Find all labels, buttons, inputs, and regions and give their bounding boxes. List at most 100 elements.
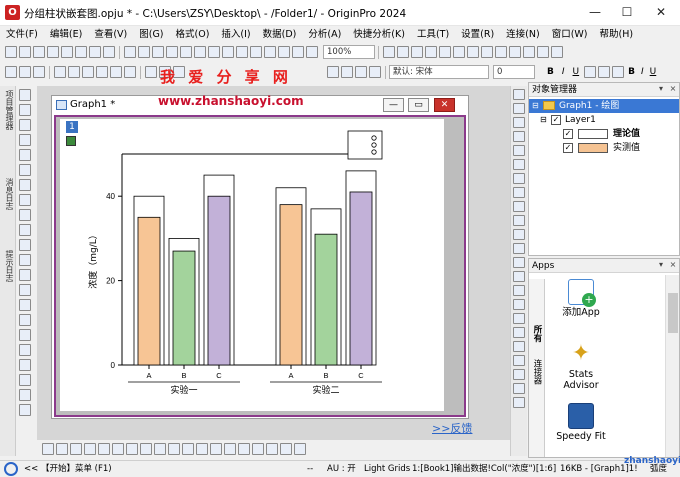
- merge-icon[interactable]: [110, 66, 122, 78]
- menu-connect[interactable]: 连接(N): [500, 26, 546, 43]
- stacked-column-icon[interactable]: [98, 443, 110, 455]
- curved-arrow-icon[interactable]: [19, 239, 31, 251]
- undo-icon[interactable]: [124, 66, 136, 78]
- app-add[interactable]: + 添加App: [551, 279, 611, 318]
- feedback-link[interactable]: >>反馈: [432, 420, 472, 436]
- fullscreen-icon[interactable]: [523, 46, 535, 58]
- search-icon-status[interactable]: [4, 462, 18, 476]
- menu-format[interactable]: 格式(O): [170, 26, 216, 43]
- smart-hint-icon[interactable]: [439, 46, 451, 58]
- ungroup-icon[interactable]: [513, 299, 525, 310]
- color-palette-icon[interactable]: [19, 359, 31, 371]
- app-speedy-fit[interactable]: Speedy Fit: [551, 403, 611, 442]
- apps-close-icon[interactable]: ×: [669, 260, 677, 270]
- theory-checkbox[interactable]: ✓: [563, 129, 573, 139]
- underline-button[interactable]: U: [573, 67, 580, 77]
- zoom-pan-icon[interactable]: [19, 104, 31, 116]
- legend-icon[interactable]: [145, 66, 157, 78]
- new-workbook-icon[interactable]: [19, 46, 31, 58]
- add-top-x-icon[interactable]: [513, 103, 525, 114]
- new-function-icon[interactable]: [61, 46, 73, 58]
- text-tool-icon[interactable]: [19, 209, 31, 221]
- close-button[interactable]: ✕: [646, 3, 676, 21]
- menu-analysis[interactable]: 分析(A): [302, 26, 347, 43]
- import-wizard-icon[interactable]: [194, 46, 206, 58]
- menu-graph[interactable]: 图(G): [133, 26, 169, 43]
- align-left-icon[interactable]: [513, 173, 525, 184]
- align-top-icon[interactable]: [513, 201, 525, 212]
- tab-hint-log[interactable]: 提示日志: [2, 250, 14, 282]
- video-icon[interactable]: [509, 46, 521, 58]
- contour-icon[interactable]: [168, 443, 180, 455]
- rotate-icon[interactable]: [513, 313, 525, 324]
- extract-icon[interactable]: [96, 66, 108, 78]
- same-height-icon[interactable]: [513, 271, 525, 282]
- superscript-icon[interactable]: [584, 66, 597, 78]
- new-project-icon[interactable]: [5, 46, 17, 58]
- histogram-icon[interactable]: [154, 443, 166, 455]
- object-icon[interactable]: [19, 329, 31, 341]
- new-notes-icon[interactable]: [75, 46, 87, 58]
- template-icon[interactable]: [224, 443, 236, 455]
- status-start-hint[interactable]: << 【开始】菜单 (F1): [24, 461, 112, 477]
- graph-close-button[interactable]: ✕: [434, 98, 455, 112]
- refresh-icon[interactable]: [250, 46, 262, 58]
- move-right-icon[interactable]: [19, 66, 31, 78]
- object-manager-icon[interactable]: [467, 46, 479, 58]
- scale-icon[interactable]: [19, 119, 31, 131]
- statistics-icon[interactable]: [266, 443, 278, 455]
- apps-tab-connectors[interactable]: 连接器: [531, 359, 543, 385]
- dock-icon[interactable]: [537, 46, 549, 58]
- draw-data-icon[interactable]: [19, 194, 31, 206]
- graph-gallery-icon[interactable]: [294, 443, 306, 455]
- pointer-icon[interactable]: [19, 89, 31, 101]
- screen-reader-icon[interactable]: [19, 134, 31, 146]
- menu-edit[interactable]: 编辑(E): [44, 26, 88, 43]
- minimize-button[interactable]: —: [580, 3, 610, 21]
- arrow-tool-icon[interactable]: [19, 224, 31, 236]
- collapse-icon[interactable]: ⊟: [532, 99, 539, 113]
- line-tool-icon[interactable]: [19, 254, 31, 266]
- bar-color-icon[interactable]: [19, 374, 31, 386]
- new-layout-icon[interactable]: [89, 46, 101, 58]
- align-bottom-icon[interactable]: [513, 215, 525, 226]
- maximize-button[interactable]: ☐: [612, 3, 642, 21]
- move-left-icon[interactable]: [5, 66, 17, 78]
- new-folder-icon[interactable]: [103, 46, 115, 58]
- graph-restore-button[interactable]: ▭: [408, 98, 429, 112]
- add-inset-icon[interactable]: [513, 131, 525, 142]
- menu-view[interactable]: 查看(V): [88, 26, 133, 43]
- menu-insert[interactable]: 插入(I): [215, 26, 256, 43]
- plot-setup-icon[interactable]: [19, 389, 31, 401]
- region-icon[interactable]: [19, 284, 31, 296]
- layer-checkbox[interactable]: ✓: [551, 115, 561, 125]
- front-icon[interactable]: [369, 66, 381, 78]
- export-icon[interactable]: [222, 46, 234, 58]
- image-plot-icon[interactable]: [280, 443, 292, 455]
- menu-data[interactable]: 数据(D): [257, 26, 303, 43]
- project-explorer-icon[interactable]: [383, 46, 395, 58]
- add-layer-icon[interactable]: [82, 66, 94, 78]
- tab-project-explorer[interactable]: 项目管理器: [2, 90, 14, 130]
- batch-icon[interactable]: [292, 46, 304, 58]
- menu-file[interactable]: 文件(F): [0, 26, 44, 43]
- save-icon[interactable]: [152, 46, 164, 58]
- measured-checkbox[interactable]: ✓: [563, 143, 573, 153]
- line-plot-icon[interactable]: [42, 443, 54, 455]
- learning-center-icon[interactable]: [495, 46, 507, 58]
- pie-plot-icon[interactable]: [112, 443, 124, 455]
- save-template-icon[interactable]: [166, 46, 178, 58]
- new-matrix-icon[interactable]: [47, 46, 59, 58]
- distribute-v-icon[interactable]: [513, 243, 525, 254]
- open-excel-icon[interactable]: [138, 46, 150, 58]
- tree-plot-measured[interactable]: ✓ 实测值: [529, 141, 679, 155]
- flip-icon[interactable]: [513, 327, 525, 338]
- layer-collapse-icon[interactable]: ⊟: [540, 113, 547, 127]
- polar-plot-icon[interactable]: [196, 443, 208, 455]
- nav-down-icon[interactable]: [513, 355, 525, 366]
- line-symbol-icon[interactable]: [70, 443, 82, 455]
- copy-icon[interactable]: [341, 66, 353, 78]
- greek-icon[interactable]: [612, 66, 625, 78]
- graph-page[interactable]: 1 0 20 40 浓度（mg/L） A B C 实验一 A B C 实验二: [60, 119, 444, 411]
- vector-icon[interactable]: [252, 443, 264, 455]
